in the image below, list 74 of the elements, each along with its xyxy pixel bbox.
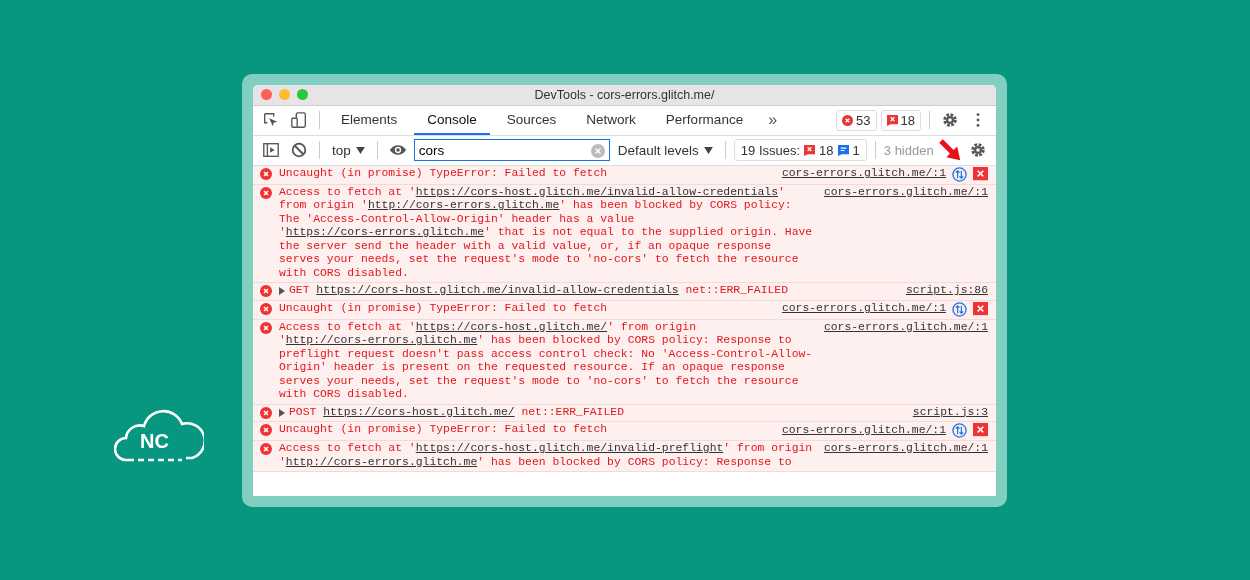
error-icon [260, 424, 272, 436]
issue-flag-icon [804, 144, 816, 156]
error-message: Uncaught (in promise) TypeError: Failed to fetch [279, 301, 609, 315]
expand-icon[interactable] [279, 408, 285, 417]
error-message: Uncaught (in promise) TypeError: Failed to fetch [279, 423, 609, 437]
sync-icon[interactable] [952, 166, 967, 182]
source-link[interactable]: cors-errors.glitch.me/:1 [781, 302, 946, 316]
error-icon [260, 285, 272, 297]
sync-icon[interactable] [952, 423, 967, 438]
sidebar-icon[interactable] [262, 141, 280, 159]
context-dropdown[interactable]: top [328, 142, 369, 158]
error-message: GET https://cors-host.glitch.me/invalid-allow-credentials net::ERR_FAILED [289, 284, 789, 298]
url-link[interactable]: https://cors-host.glitch.me/invalid-allow-credentials [316, 284, 679, 296]
clear-icon[interactable] [290, 141, 308, 159]
sync-icon[interactable] [952, 301, 967, 317]
hidden-count: 3 hidden [883, 142, 934, 158]
panel-tab[interactable]: Network [573, 105, 649, 135]
issues-label: 19 Issues: [740, 142, 801, 158]
logo-text: NC [140, 430, 169, 452]
error-counter[interactable]: 53 [836, 109, 877, 131]
url-link[interactable]: https://cors-errors.glitch.me [285, 226, 485, 238]
caret-icon [355, 146, 365, 154]
panel-tab[interactable]: Console [414, 105, 490, 135]
error-icon [260, 186, 272, 199]
panel-tab[interactable]: Performance [652, 105, 757, 135]
error-icon [260, 302, 272, 315]
error-message: POST https://cors-host.glitch.me/ net::ERR_FAILED [289, 405, 625, 419]
caret-icon [703, 146, 713, 154]
source-link[interactable]: cors-errors.glitch.me/:1 [823, 442, 988, 456]
url-link[interactable]: http://cors-errors.glitch.me [367, 199, 560, 211]
error-message: Uncaught (in promise) TypeError: Failed to fetch [279, 166, 609, 180]
issues-button[interactable]: 19 Issues: 18 1 [733, 139, 867, 161]
error-message: Access to fetch at 'https://cors-host.glitch.me/' from origin 'http://cors-errors.glitch.me' has been blocked by CORS policy: Response to preflight request doesn't pass access control check: No 'Access-Control-Allow-Origin' header is present on the requested resource. If an opaque response serves your needs, set the request's mode to 'no-cors' to fetch the resource with CORS disabled. [279, 320, 814, 402]
url-link[interactable]: https://cors-host.glitch.me/ [415, 320, 608, 333]
url-link[interactable]: http://cors-errors.glitch.me [285, 334, 478, 346]
window-title: DevTools - cors-errors.glitch.me/ [534, 87, 715, 102]
error-issue-count: 18 [819, 142, 834, 158]
settings-icon[interactable] [941, 111, 959, 129]
message-icon [837, 144, 849, 156]
issue-flag-icon[interactable] [973, 166, 988, 182]
error-message: Access to fetch at 'https://cors-host.glitch.me/invalid-preflight' from origin 'http://cors-errors.glitch.me' has been blocked by CORS policy: Response to [279, 442, 814, 469]
source-link[interactable]: cors-errors.glitch.me/:1 [781, 167, 946, 181]
url-link[interactable]: https://cors-host.glitch.me/invalid-preflight [415, 442, 724, 454]
settings-icon[interactable] [968, 141, 987, 159]
url-link[interactable]: https://cors-host.glitch.me/ [323, 405, 515, 418]
error-icon [260, 321, 272, 334]
source-link[interactable]: cors-errors.glitch.me/:1 [823, 185, 988, 199]
url-link[interactable]: http://cors-errors.glitch.me [285, 455, 478, 468]
more-tabs-button[interactable]: » [760, 111, 786, 129]
device-icon[interactable] [290, 111, 308, 129]
source-link[interactable]: script.js:3 [912, 405, 988, 419]
filter-field[interactable]: cors [413, 139, 610, 161]
inspect-icon[interactable] [262, 111, 280, 129]
error-message: Access to fetch at 'https://cors-host.glitch.me/invalid-allow-credentials' from origin 'http://cors-errors.glitch.me' has been blocked by CORS policy: The 'Access-Control-Allow-Origin' header has a value 'https://cors-errors.glitch.me' that is not equal to the supplied origin. Have the server send the header with a valid value, or, if an opaque response serves your needs, set the request's mode to 'no-cors' to fetch the resource with CORS disabled. [279, 185, 814, 280]
error-icon [260, 167, 272, 180]
source-link[interactable]: script.js:86 [905, 284, 988, 298]
expand-icon[interactable] [279, 287, 285, 295]
url-link[interactable]: https://cors-host.glitch.me/invalid-allow-credentials [415, 185, 778, 198]
panel-tab[interactable]: Elements [328, 105, 411, 135]
arrow-icon [937, 138, 962, 162]
issue-flag-icon[interactable] [973, 301, 988, 317]
error-icon [842, 114, 854, 126]
clear-field-icon[interactable] [590, 144, 605, 158]
error-icon [260, 443, 272, 455]
info-issue-count: 1 [852, 142, 860, 158]
error-icon [260, 406, 272, 419]
issue-flag-icon[interactable] [973, 423, 988, 438]
levels-dropdown[interactable]: Default levels [613, 142, 717, 158]
panel-tab[interactable]: Sources [493, 105, 570, 135]
issue-counter[interactable]: 18 [880, 109, 921, 131]
issue-flag-icon [886, 114, 898, 126]
source-link[interactable]: cors-errors.glitch.me/:1 [781, 423, 946, 438]
source-link[interactable]: cors-errors.glitch.me/:1 [823, 320, 988, 334]
cloud-logo-icon [114, 408, 204, 464]
